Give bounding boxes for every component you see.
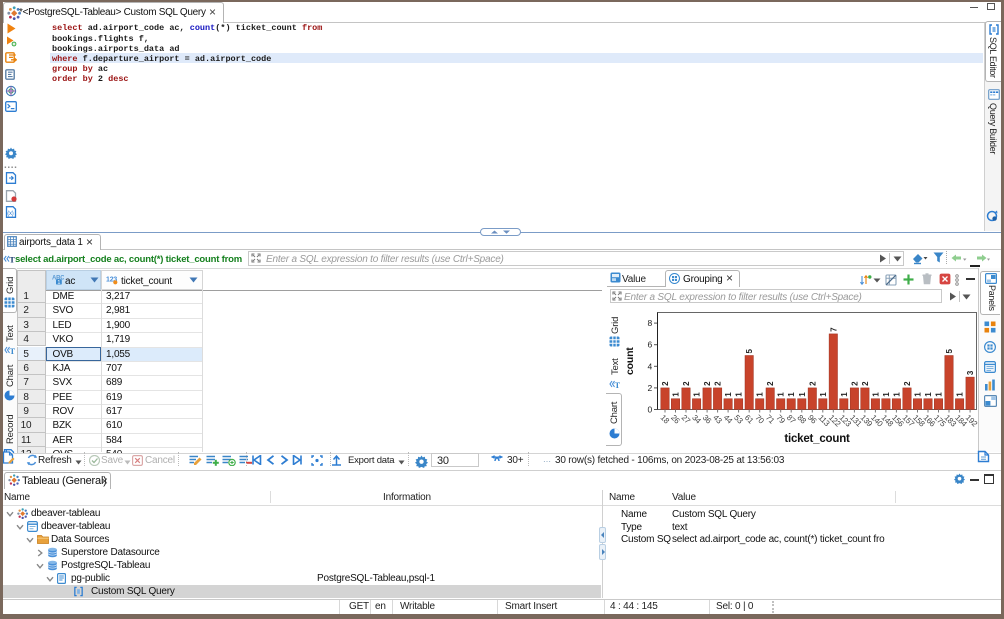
svg-text:2: 2 bbox=[766, 381, 775, 386]
svg-text:2: 2 bbox=[861, 381, 870, 386]
svg-text:1: 1 bbox=[914, 392, 923, 397]
svg-text:5: 5 bbox=[745, 349, 754, 354]
svg-text:7: 7 bbox=[829, 327, 838, 332]
svg-text:2: 2 bbox=[682, 381, 691, 386]
svg-text:3: 3 bbox=[966, 370, 975, 375]
svg-text:1: 1 bbox=[57, 280, 60, 285]
svg-text:6: 6 bbox=[647, 340, 652, 350]
svg-text:1: 1 bbox=[871, 392, 880, 397]
svg-text:1: 1 bbox=[935, 392, 944, 397]
svg-text:2: 2 bbox=[661, 381, 670, 386]
svg-text:(x): (x) bbox=[7, 211, 14, 217]
svg-text:1: 1 bbox=[892, 392, 901, 397]
svg-text:1: 1 bbox=[756, 392, 765, 397]
svg-text:2: 2 bbox=[703, 381, 712, 386]
svg-text:1: 1 bbox=[724, 392, 733, 397]
svg-text:8: 8 bbox=[647, 318, 652, 328]
svg-text:T: T bbox=[615, 380, 621, 390]
svg-text:1: 1 bbox=[882, 392, 891, 397]
svg-text:1: 1 bbox=[798, 392, 807, 397]
svg-text:1: 1 bbox=[840, 392, 849, 397]
svg-text:5: 5 bbox=[945, 349, 954, 354]
svg-text:1: 1 bbox=[787, 392, 796, 397]
svg-text:1: 1 bbox=[672, 392, 681, 397]
svg-text:1: 1 bbox=[735, 392, 744, 397]
svg-text:2: 2 bbox=[903, 381, 912, 386]
svg-text:1: 1 bbox=[693, 392, 702, 397]
svg-text:2: 2 bbox=[714, 381, 723, 386]
svg-text:4: 4 bbox=[647, 361, 652, 371]
svg-text:2: 2 bbox=[647, 383, 652, 393]
svg-text:1: 1 bbox=[924, 392, 933, 397]
svg-text:2: 2 bbox=[850, 381, 859, 386]
svg-text:1: 1 bbox=[819, 392, 828, 397]
svg-text:0: 0 bbox=[647, 405, 652, 415]
svg-text:1: 1 bbox=[956, 392, 965, 397]
svg-text:1: 1 bbox=[777, 392, 786, 397]
svg-text:2: 2 bbox=[808, 381, 817, 386]
